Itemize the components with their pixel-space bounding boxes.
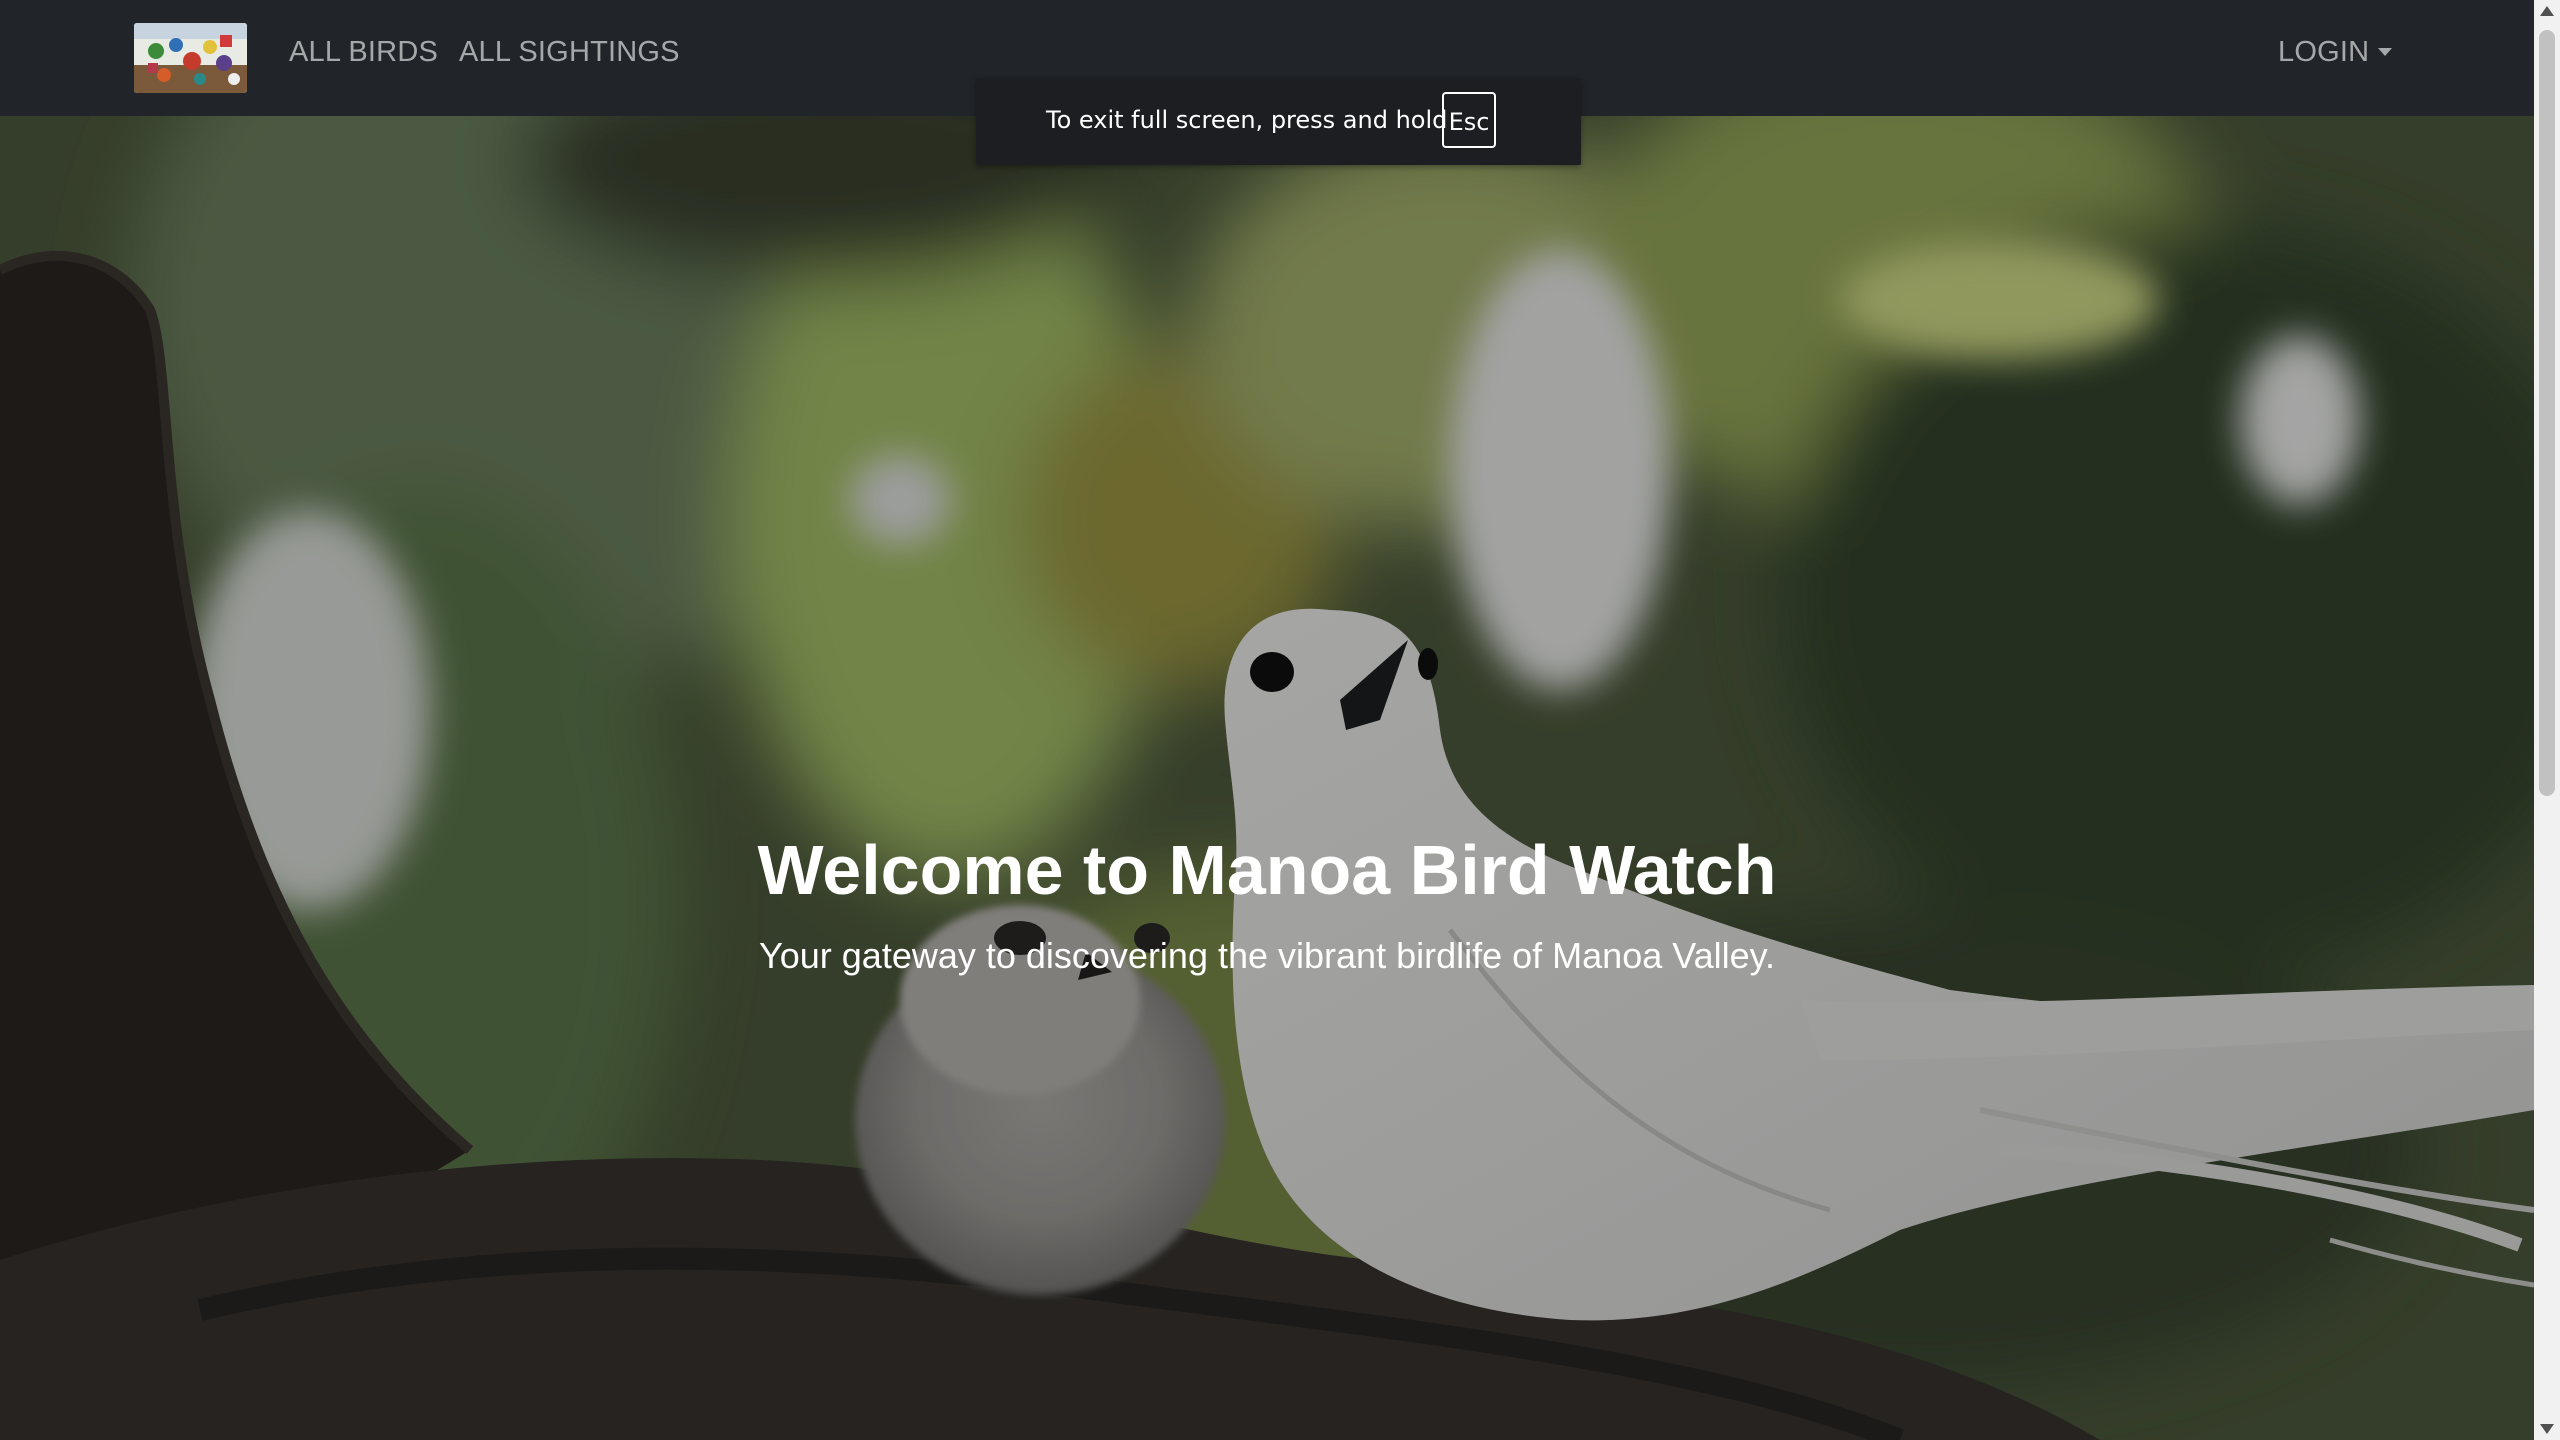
hero-title: Welcome to Manoa Bird Watch (757, 831, 1777, 909)
scroll-up-icon[interactable] (2540, 6, 2554, 16)
scroll-thumb[interactable] (2539, 30, 2555, 796)
scroll-down-icon[interactable] (2540, 1424, 2554, 1434)
fullscreen-toast-message: To exit full screen, press and hold (1046, 106, 1448, 134)
login-dropdown[interactable]: LOGIN (2278, 36, 2393, 69)
hero-overlay (0, 0, 2534, 1440)
caret-down-icon (2378, 48, 2393, 56)
brand-logo-image (134, 23, 247, 93)
hero-subtitle: Your gateway to discovering the vibrant … (759, 935, 1775, 976)
login-label: LOGIN (2278, 36, 2370, 68)
esc-key-badge: Esc (1442, 92, 1496, 148)
nav-link-all-sightings[interactable]: ALL SIGHTINGS (459, 36, 680, 69)
fullscreen-exit-toast: To exit full screen, press and hold Esc (976, 78, 1581, 165)
page-scrollbar[interactable] (2534, 0, 2560, 1440)
hero-section (0, 0, 2534, 1440)
page: ALL BIRDS ALL SIGHTINGS LOGIN To exit fu… (0, 0, 2560, 1440)
brand-logo[interactable] (134, 23, 247, 93)
nav-link-all-birds[interactable]: ALL BIRDS (289, 36, 438, 69)
